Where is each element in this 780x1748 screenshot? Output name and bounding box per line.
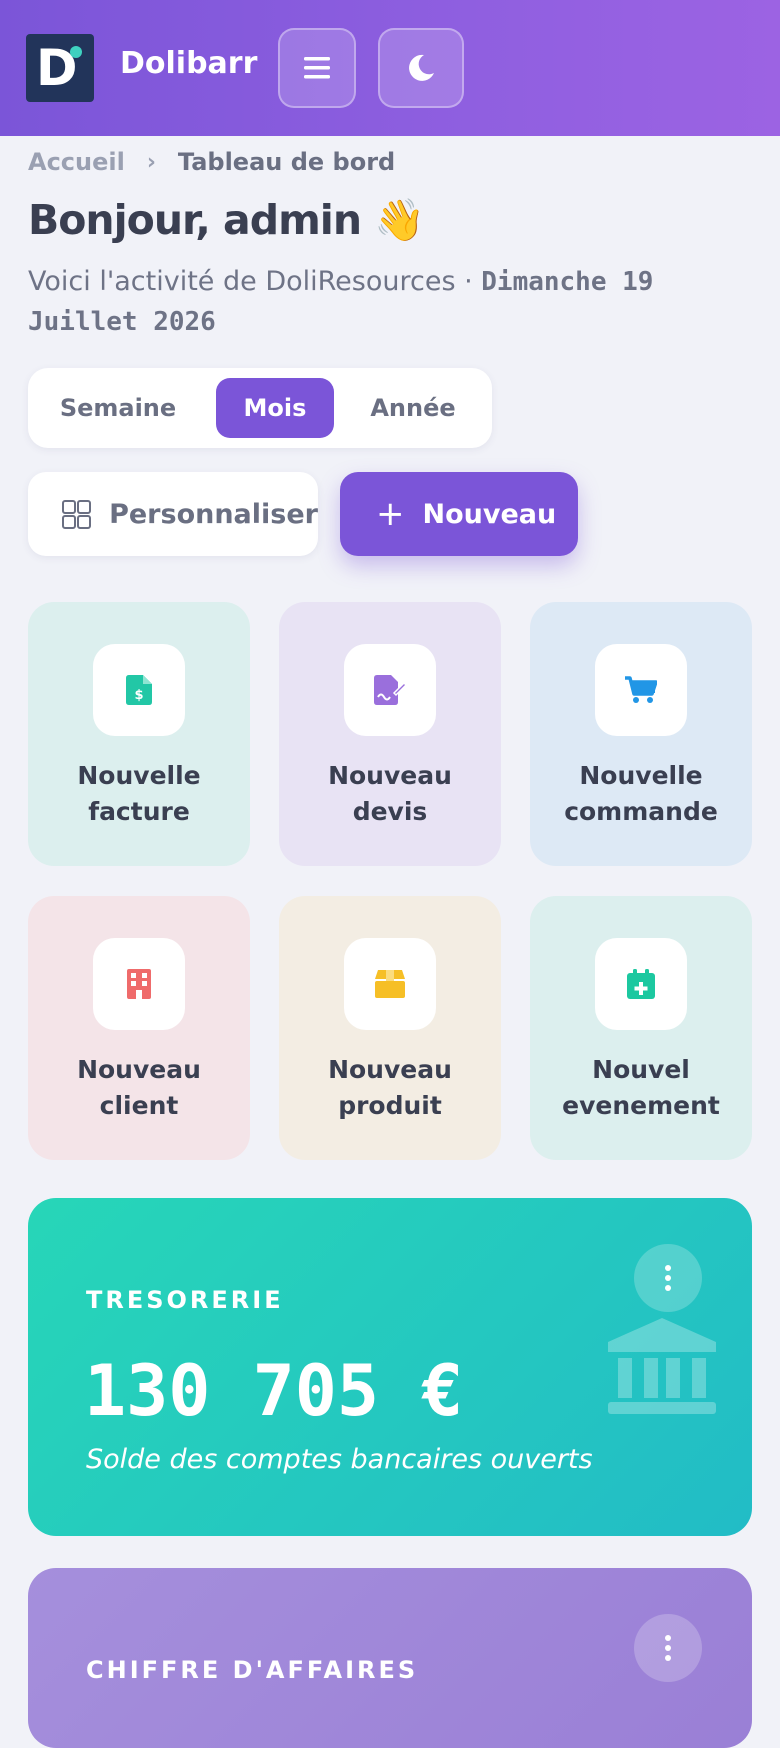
more-vertical-icon (665, 1635, 671, 1661)
customize-button[interactable]: Personnaliser (28, 472, 318, 556)
calendar-plus-icon (595, 938, 687, 1030)
quick-action-new-event[interactable]: Nouvel evenement (530, 896, 752, 1160)
page-subtitle: Voici l'activité de DoliResources · Dima… (28, 262, 748, 342)
quick-action-new-client[interactable]: Nouveau client (28, 896, 250, 1160)
shopping-cart-icon (595, 644, 687, 736)
new-button[interactable]: + Nouveau (340, 472, 578, 556)
logo-dot (70, 46, 82, 58)
tile-line1: Nouveau (328, 1055, 452, 1084)
building-icon (93, 938, 185, 1030)
more-vertical-icon (665, 1265, 671, 1291)
quick-action-new-invoice[interactable]: $ Nouvelle facture (28, 602, 250, 866)
signed-document-icon (344, 644, 436, 736)
tile-line2: evenement (562, 1091, 720, 1120)
tile-line2: facture (88, 797, 190, 826)
quick-action-new-order[interactable]: Nouvelle commande (530, 602, 752, 866)
tile-line2: client (99, 1091, 179, 1120)
tile-line2: devis (352, 797, 428, 826)
treasury-description: Solde des comptes bancaires ouverts (86, 1444, 593, 1475)
menu-button[interactable] (278, 28, 356, 108)
treasury-more-button[interactable] (634, 1244, 702, 1312)
quick-action-new-quote[interactable]: Nouveau devis (279, 602, 501, 866)
tile-line2: produit (338, 1091, 442, 1120)
revenue-card[interactable]: CHIFFRE D'AFFAIRES (28, 1568, 752, 1748)
app-logo[interactable]: D (26, 34, 94, 102)
tile-line1: Nouvelle (77, 761, 201, 790)
box-icon (344, 938, 436, 1030)
revenue-title: CHIFFRE D'AFFAIRES (86, 1656, 419, 1684)
tile-line2: commande (564, 797, 718, 826)
treasury-card[interactable]: TRESORERIE 130 705 € Solde des comptes b… (28, 1198, 752, 1536)
tile-line1: Nouvelle (579, 761, 703, 790)
plus-icon: + (376, 494, 405, 534)
breadcrumb-home-link[interactable]: Accueil (28, 148, 125, 176)
bank-icon (608, 1318, 716, 1414)
hamburger-icon (304, 57, 330, 79)
invoice-dollar-icon: $ (93, 644, 185, 736)
period-option-mois[interactable]: Mois (216, 378, 334, 438)
breadcrumb-current: Tableau de bord (177, 148, 396, 176)
customize-label: Personnaliser (109, 498, 318, 530)
treasury-value: 130 705 € (84, 1350, 464, 1432)
chevron-right-icon: › (146, 149, 156, 175)
moon-icon (409, 54, 434, 81)
quick-action-new-product[interactable]: Nouveau produit (279, 896, 501, 1160)
breadcrumb: Accueil › Tableau de bord (28, 148, 395, 176)
period-option-annee[interactable]: Année (348, 378, 478, 438)
period-selector: Semaine Mois Année (28, 368, 492, 448)
tile-line1: Nouveau (328, 761, 452, 790)
treasury-title: TRESORERIE (86, 1286, 284, 1314)
tile-line1: Nouveau (77, 1055, 201, 1084)
subtitle-text: Voici l'activité de DoliResources · (28, 266, 482, 297)
page-title: Bonjour, admin 👋 (28, 196, 425, 244)
top-bar: D Dolibarr (0, 0, 780, 136)
period-option-semaine[interactable]: Semaine (42, 378, 194, 438)
app-name[interactable]: Dolibarr (120, 46, 257, 81)
revenue-more-button[interactable] (634, 1614, 702, 1682)
svg-text:$: $ (134, 688, 143, 703)
theme-toggle-button[interactable] (378, 28, 464, 108)
new-label: Nouveau (422, 498, 557, 530)
grid-icon (62, 500, 91, 529)
tile-line1: Nouvel (592, 1055, 690, 1084)
